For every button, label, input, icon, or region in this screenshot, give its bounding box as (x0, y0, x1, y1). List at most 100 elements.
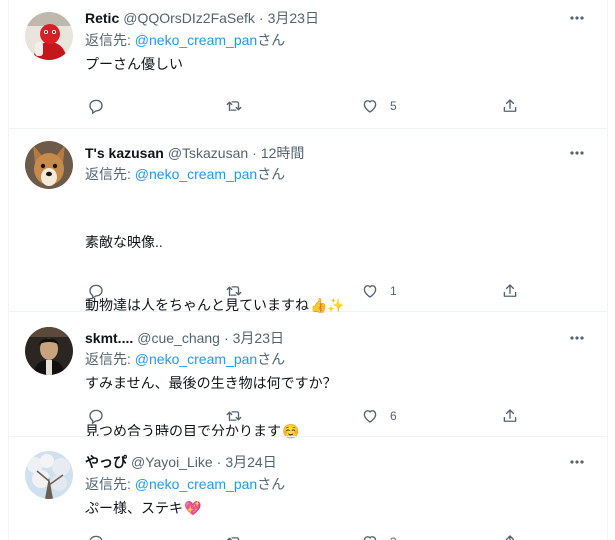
retweet-icon (226, 101, 242, 112)
more-options-icon[interactable] (565, 143, 589, 163)
reply-button[interactable] (87, 532, 116, 540)
display-name[interactable]: T's kazusan (85, 143, 164, 163)
action-bar: 3 (85, 532, 521, 540)
avatar-dog-icon (25, 141, 73, 189)
tweet-header: T's kazusan @Tskazusan · 12時間 (85, 143, 597, 163)
share-button[interactable] (501, 281, 519, 301)
tweet-header: やっぴ @Yayoi_Like · 3月24日 (85, 452, 597, 472)
heart-icon (363, 285, 377, 298)
separator-dot: · (252, 145, 257, 161)
retweet-button[interactable] (225, 406, 254, 426)
share-icon (503, 409, 517, 422)
user-handle[interactable]: @Tskazusan (168, 143, 248, 163)
more-options-icon[interactable] (565, 328, 589, 348)
avatar-blossoms-icon (25, 451, 73, 499)
heart-icon (363, 410, 377, 423)
action-bar: 1 (85, 281, 521, 301)
like-count: 3 (390, 535, 397, 540)
separator-dot: · (223, 330, 229, 346)
reply-icon (89, 99, 103, 115)
share-button[interactable] (501, 96, 519, 116)
retweet-icon (226, 286, 242, 297)
retweet-icon (226, 411, 242, 422)
tweet-header: skmt.... @cue_chang · 3月23日 (85, 328, 597, 348)
action-bar: 5 (85, 96, 521, 116)
reply-prefix: 返信先: (85, 476, 135, 492)
tweet-text-body: すみません、最後の生き物は何ですか？ (85, 375, 337, 391)
share-icon (505, 535, 515, 540)
reply-tweet[interactable]: skmt.... @cue_chang · 3月23日 返信先: @neko_c… (9, 312, 607, 437)
share-button[interactable] (501, 532, 519, 540)
reply-prefix: 返信先: (85, 351, 135, 367)
sparkling-heart-emoji: 💖 (184, 500, 202, 516)
replying-to: 返信先: @neko_cream_panさん (85, 349, 285, 369)
action-bar: 6 (85, 406, 521, 426)
like-button[interactable]: 5 (361, 96, 397, 116)
user-handle[interactable]: @cue_chang (137, 328, 220, 348)
tweet-text: すみません、最後の生き物は何ですか？ (85, 373, 587, 394)
like-count: 6 (390, 409, 397, 423)
tweet-text: ぷー様、ステキ💖 (85, 498, 587, 519)
avatar[interactable] (25, 327, 73, 375)
avatar[interactable] (25, 451, 73, 499)
retweet-button[interactable] (225, 532, 254, 540)
heart-icon (363, 100, 377, 113)
reply-button[interactable] (87, 406, 116, 426)
like-count: 5 (390, 99, 397, 113)
display-name[interactable]: やっぴ (85, 452, 127, 472)
reply-to-mention-link[interactable]: @neko_cream_pan (135, 166, 257, 182)
timestamp[interactable]: 3月24日 (225, 452, 276, 472)
share-icon (503, 99, 517, 112)
replying-to: 返信先: @neko_cream_panさん (85, 30, 285, 50)
reply-button[interactable] (87, 96, 116, 116)
display-name[interactable]: Retic (85, 8, 119, 28)
avatar-person-icon (25, 327, 73, 375)
share-button[interactable] (501, 406, 519, 426)
reply-icon (89, 409, 103, 425)
replying-to: 返信先: @neko_cream_panさん (85, 164, 285, 184)
reply-icon (89, 535, 103, 540)
heart-icon (363, 536, 377, 540)
reply-tweet[interactable]: T's kazusan @Tskazusan · 12時間 返信先: @neko… (9, 129, 607, 439)
like-count: 1 (390, 284, 397, 298)
timestamp[interactable]: 3月23日 (233, 328, 284, 348)
more-options-icon[interactable] (565, 452, 589, 472)
user-handle[interactable]: @QQOrsDIz2FaSefk (123, 8, 255, 28)
avatar[interactable] (25, 12, 73, 60)
reply-suffix: さん (257, 476, 286, 492)
reply-to-mention-link[interactable]: @neko_cream_pan (135, 32, 257, 48)
reply-to-mention-link[interactable]: @neko_cream_pan (135, 351, 257, 367)
more-options-icon[interactable] (565, 8, 589, 28)
timestamp[interactable]: 12時間 (261, 143, 305, 163)
avatar-red-character-icon (25, 12, 73, 60)
reply-tweet[interactable]: やっぴ @Yayoi_Like · 3月24日 返信先: @neko_cream… (9, 437, 607, 540)
replying-to: 返信先: @neko_cream_panさん (85, 474, 285, 494)
like-button[interactable]: 1 (361, 281, 397, 301)
separator-dot: · (216, 454, 222, 470)
share-icon (503, 284, 517, 297)
like-button[interactable]: 3 (361, 532, 397, 540)
reply-feed: Retic @QQOrsDIz2FaSefk · 3月23日 返信先: @nek… (0, 0, 615, 540)
tweet-text: プーさん優しい (85, 54, 587, 75)
separator-dot: · (258, 10, 264, 26)
timestamp[interactable]: 3月23日 (268, 8, 319, 28)
reply-prefix: 返信先: (85, 32, 135, 48)
retweet-button[interactable] (225, 281, 254, 301)
tweet-text-body: ぷー様、ステキ (85, 500, 183, 516)
reply-prefix: 返信先: (85, 166, 135, 182)
reply-to-mention-link[interactable]: @neko_cream_pan (135, 476, 257, 492)
reply-suffix: さん (257, 166, 286, 182)
tweet-text-body: プーさん優しい (85, 56, 183, 72)
timeline-border-right (607, 0, 608, 540)
reply-button[interactable] (87, 281, 116, 301)
reply-tweet[interactable]: Retic @QQOrsDIz2FaSefk · 3月23日 返信先: @nek… (9, 0, 607, 129)
reply-suffix: さん (257, 351, 286, 367)
display-name[interactable]: skmt.... (85, 328, 133, 348)
user-handle[interactable]: @Yayoi_Like (131, 452, 213, 472)
retweet-button[interactable] (225, 96, 254, 116)
tweet-header: Retic @QQOrsDIz2FaSefk · 3月23日 (85, 8, 597, 28)
avatar[interactable] (25, 141, 73, 189)
tweet-text-line: 素敵な映像.. (85, 234, 163, 250)
like-button[interactable]: 6 (361, 406, 397, 426)
reply-icon (89, 284, 103, 300)
